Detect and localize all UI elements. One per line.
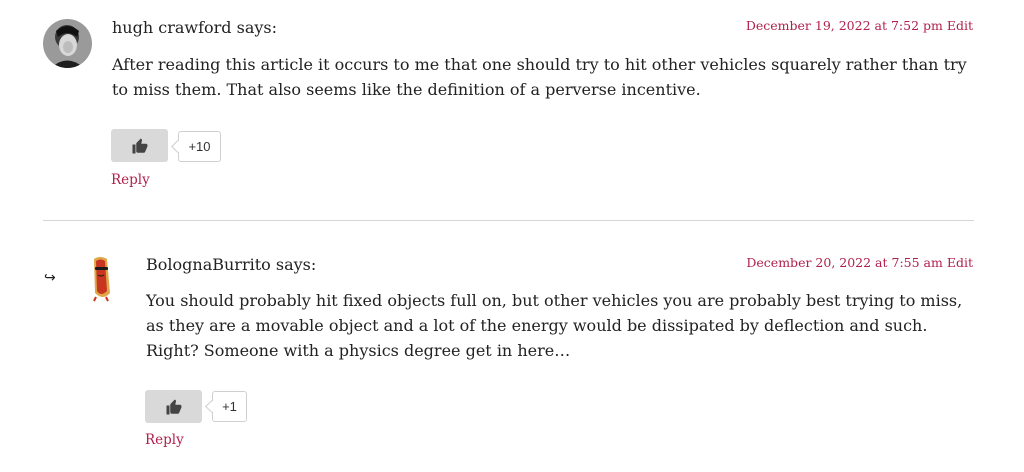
edit-link[interactable]: Edit — [947, 255, 973, 270]
comment-author-line: hugh crawford says: — [112, 18, 277, 37]
reply-indicator-icon: ↪ — [44, 270, 56, 286]
avatar-bolognaburrito[interactable] — [77, 253, 126, 302]
comment-author-line: BolognaBurrito says: — [146, 255, 316, 274]
comment-author[interactable]: BolognaBurrito — [146, 255, 271, 274]
comment-body: You should probably hit fixed objects fu… — [146, 291, 963, 360]
thumbs-up-icon — [166, 399, 181, 414]
comment-says: says: — [236, 18, 278, 37]
comment-says: says: — [275, 255, 317, 274]
like-count-value: +10 — [188, 139, 211, 154]
like-count-value: +1 — [222, 399, 237, 414]
comment-divider — [43, 220, 974, 221]
like-count: +10 — [178, 131, 221, 162]
edit-link[interactable]: Edit — [947, 18, 973, 33]
comment-date-link[interactable]: December 20, 2022 at 7:55 am — [746, 255, 942, 270]
comment-author[interactable]: hugh crawford — [112, 18, 232, 37]
comment-body: After reading this article it occurs to … — [112, 55, 967, 99]
like-count: +1 — [212, 391, 247, 422]
reply-link[interactable]: Reply — [145, 432, 184, 448]
user-photo-icon — [43, 19, 92, 68]
thumbs-up-icon — [132, 138, 147, 153]
hotdog-avatar-icon — [77, 253, 126, 302]
like-button[interactable] — [145, 390, 202, 423]
like-button[interactable] — [111, 129, 168, 162]
reply-link[interactable]: Reply — [111, 172, 150, 188]
comment-date-link[interactable]: December 19, 2022 at 7:52 pm — [746, 18, 943, 33]
comment-meta: December 19, 2022 at 7:52 pm Edit — [746, 18, 973, 33]
avatar-hugh-crawford[interactable] — [43, 19, 92, 68]
comment-meta: December 20, 2022 at 7:55 am Edit — [746, 255, 973, 270]
